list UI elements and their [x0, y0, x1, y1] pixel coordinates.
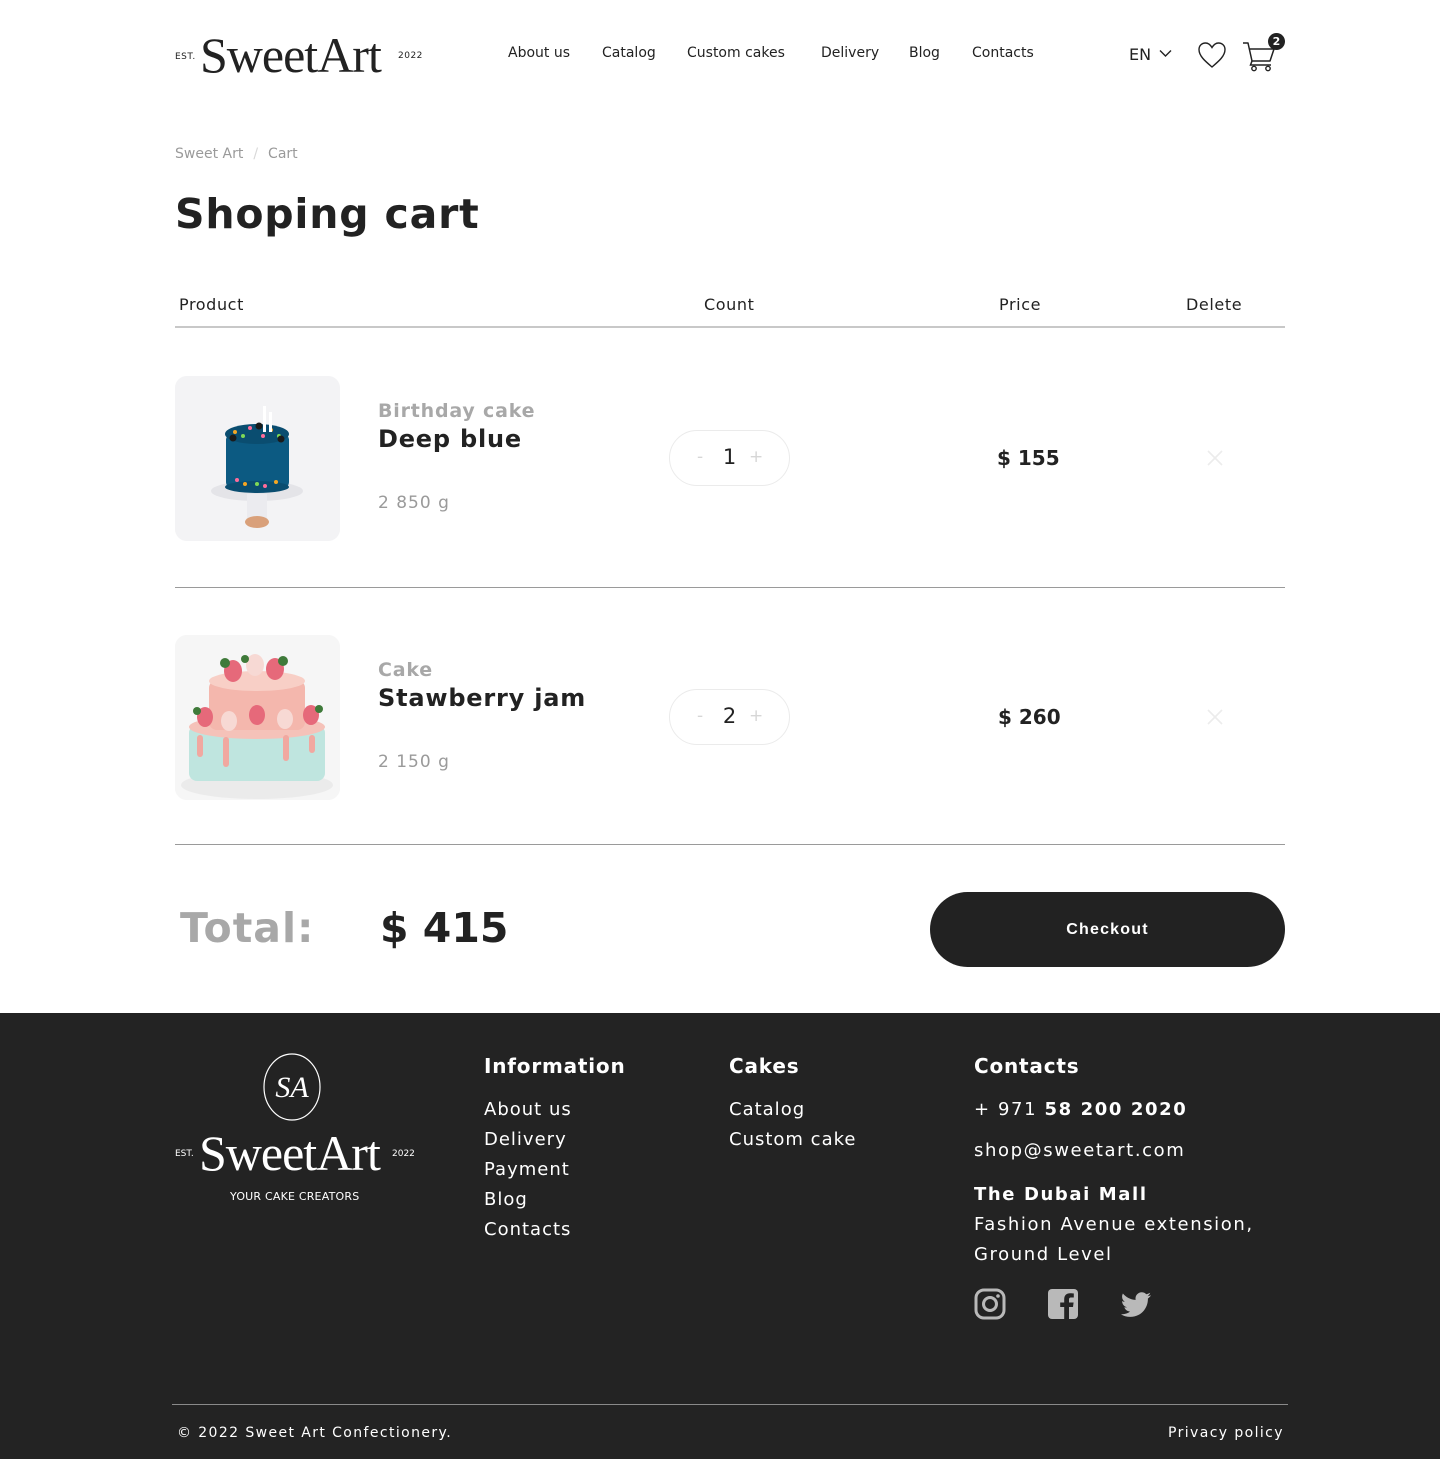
cart-count-badge: 2 — [1268, 33, 1285, 50]
product-price: $ 155 — [997, 446, 1060, 470]
footer-information-title: Information — [484, 1054, 626, 1078]
nav-custom-cakes[interactable]: Custom cakes — [687, 45, 785, 61]
increment-button[interactable]: + — [749, 706, 763, 726]
product-name[interactable]: Stawberry jam — [378, 684, 586, 712]
footer: SA EST. SweetArt 2022 YOUR CAKE CREATORS… — [0, 1013, 1440, 1459]
monogram-icon: SA — [263, 1053, 321, 1121]
logo-brand: SweetArt — [200, 27, 382, 83]
footer-divider — [172, 1404, 1288, 1405]
header: EST. SweetArt 2022 About us Catalog Cust… — [0, 0, 1440, 110]
social-links — [974, 1288, 1154, 1322]
footer-logo[interactable]: SA EST. SweetArt 2022 YOUR CAKE CREATORS — [175, 1053, 420, 1213]
footer-link-catalog[interactable]: Catalog — [729, 1095, 856, 1125]
footer-link-payment[interactable]: Payment — [484, 1155, 572, 1185]
phone-number: 58 200 2020 — [1044, 1099, 1188, 1120]
phone-prefix: + 971 — [974, 1099, 1038, 1120]
breadcrumb-home[interactable]: Sweet Art — [175, 146, 243, 162]
close-icon[interactable] — [1205, 448, 1225, 468]
footer-contacts-title: Contacts — [974, 1054, 1080, 1078]
product-price: $ 260 — [998, 705, 1061, 729]
total-value: $ 415 — [380, 904, 509, 952]
checkout-button[interactable]: Checkout — [930, 892, 1285, 967]
close-icon[interactable] — [1205, 707, 1225, 727]
logo[interactable]: EST. SweetArt 2022 — [175, 28, 425, 84]
table-row: Cake Stawberry jam 2 150 g - 2 + $ 260 — [175, 635, 1285, 800]
nav-contacts[interactable]: Contacts — [972, 45, 1034, 61]
footer-logo-est: EST. — [175, 1149, 194, 1159]
quantity-stepper: - 1 + — [669, 430, 790, 486]
increment-button[interactable]: + — [749, 447, 763, 467]
column-header-count: Count — [704, 295, 755, 314]
address-line-1: Fashion Avenue extension, — [974, 1214, 1254, 1235]
footer-information-links: About us Delivery Payment Blog Contacts — [484, 1095, 572, 1245]
quantity-value[interactable]: 2 — [670, 704, 789, 728]
footer-link-contacts[interactable]: Contacts — [484, 1215, 572, 1245]
footer-link-blog[interactable]: Blog — [484, 1185, 572, 1215]
product-category: Birthday cake — [378, 400, 536, 422]
footer-link-about-us[interactable]: About us — [484, 1095, 572, 1125]
quantity-value[interactable]: 1 — [670, 445, 789, 469]
facebook-icon[interactable] — [1047, 1288, 1079, 1320]
breadcrumb: Sweet Art / Cart — [175, 146, 298, 162]
column-header-product: Product — [179, 295, 244, 314]
copyright: © 2022 Sweet Art Confectionery. — [177, 1425, 453, 1441]
column-header-delete: Delete — [1186, 295, 1243, 314]
logo-year: 2022 — [398, 51, 423, 61]
heart-icon[interactable] — [1197, 41, 1227, 69]
footer-link-delivery[interactable]: Delivery — [484, 1125, 572, 1155]
cake-image — [175, 376, 340, 541]
footer-logo-year: 2022 — [392, 1149, 415, 1159]
cart-count: 2 — [1272, 35, 1281, 48]
cake-image — [175, 635, 340, 800]
cart-button[interactable]: 2 — [1240, 32, 1288, 74]
breadcrumb-current: Cart — [268, 146, 298, 162]
nav-blog[interactable]: Blog — [909, 45, 940, 61]
product-weight: 2 850 g — [378, 493, 450, 513]
logo-est: EST. — [175, 52, 196, 62]
email-link[interactable]: shop@sweetart.com — [974, 1140, 1185, 1161]
twitter-icon[interactable] — [1120, 1288, 1152, 1320]
footer-cakes-title: Cakes — [729, 1054, 800, 1078]
footer-tagline: YOUR CAKE CREATORS — [230, 1190, 360, 1203]
nav-about-us[interactable]: About us — [508, 45, 570, 61]
nav-catalog[interactable]: Catalog — [602, 45, 656, 61]
table-header-divider — [175, 326, 1285, 328]
nav-delivery[interactable]: Delivery — [821, 45, 879, 61]
row-divider — [175, 587, 1285, 588]
footer-link-custom-cake[interactable]: Custom cake — [729, 1125, 856, 1155]
instagram-icon[interactable] — [974, 1288, 1006, 1320]
address-line-2: Ground Level — [974, 1244, 1113, 1265]
column-header-price: Price — [999, 295, 1042, 314]
phone-link[interactable]: + 971 58 200 2020 — [974, 1099, 1187, 1120]
product-image-strawberry-jam[interactable] — [175, 635, 340, 800]
product-category: Cake — [378, 659, 433, 681]
location-name: The Dubai Mall — [974, 1184, 1148, 1205]
breadcrumb-separator: / — [253, 146, 259, 162]
quantity-stepper: - 2 + — [669, 689, 790, 745]
chevron-down-icon — [1159, 50, 1172, 57]
footer-cakes-links: Catalog Custom cake — [729, 1095, 856, 1155]
monogram-text: SA — [275, 1071, 309, 1104]
product-weight: 2 150 g — [378, 752, 450, 772]
table-row: Birthday cake Deep blue 2 850 g - 1 + $ … — [175, 376, 1285, 541]
total-label: Total: — [180, 904, 315, 952]
footer-logo-brand: SweetArt — [199, 1125, 381, 1181]
row-divider — [175, 844, 1285, 845]
product-image-deep-blue[interactable] — [175, 376, 340, 541]
page-title: Shoping cart — [175, 190, 480, 238]
privacy-policy-link[interactable]: Privacy policy — [1168, 1425, 1284, 1441]
language-selector[interactable]: EN — [1129, 45, 1175, 67]
language-label: EN — [1129, 45, 1152, 64]
product-name[interactable]: Deep blue — [378, 425, 522, 453]
